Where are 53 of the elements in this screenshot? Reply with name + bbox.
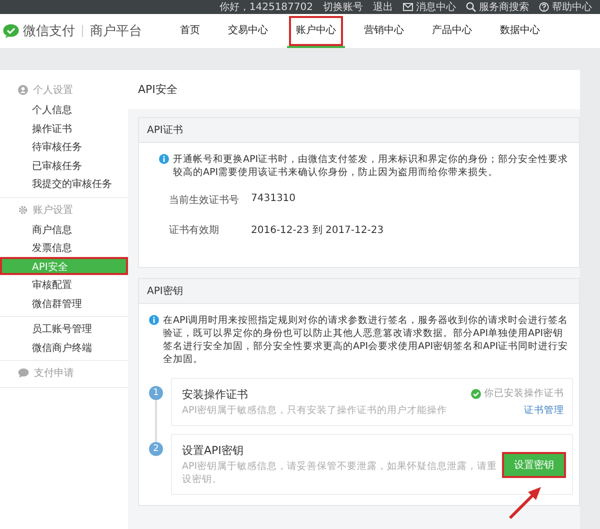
page-title: API安全 — [128, 70, 580, 109]
step-title: 安装操作证书 — [182, 387, 249, 402]
logo-icon — [3, 24, 19, 38]
top-link[interactable]: 退出 — [373, 0, 393, 14]
nav-tab[interactable]: 交易中心 — [219, 14, 277, 48]
greeting-text: 你好，1425187702 — [219, 1, 313, 14]
sidebar-item[interactable]: 商户信息 — [0, 220, 128, 238]
nav-tab[interactable]: 数据中心 — [491, 14, 549, 48]
mail-icon — [403, 3, 413, 11]
info-icon — [149, 315, 159, 325]
sidebar-item[interactable]: 审核配置 — [0, 275, 128, 294]
gear-icon — [18, 204, 28, 214]
top-link[interactable]: 帮助中心 — [552, 0, 592, 14]
field-label: 当前生效证书号 — [169, 194, 240, 207]
status-text: 你已安装操作证书 — [484, 387, 564, 400]
top-link[interactable]: 消息中心 — [416, 0, 456, 14]
step-description: API密钥属于敏感信息，只有安装了操作证书的用户才能操作 — [182, 404, 448, 417]
sidebar-item[interactable]: 已审核任务 — [0, 156, 128, 174]
panel-title: API密钥 — [139, 279, 579, 304]
nav-tab[interactable]: 账户中心 — [287, 14, 345, 48]
step-title: 设置API密钥 — [182, 443, 244, 458]
sidebar-item[interactable]: 操作证书 — [0, 118, 128, 137]
sidebar-item[interactable]: 发票信息 — [0, 238, 128, 256]
person-icon — [18, 85, 28, 95]
chat-icon — [18, 368, 29, 378]
help-icon — [539, 2, 549, 12]
nav-tab[interactable]: 营销中心 — [355, 14, 413, 48]
nav-tab[interactable]: 首页 — [171, 14, 209, 48]
notice-text: 开通帐号和更换API证书时，由微信支付签发，用来标识和界定你的身份；部分安全性要求较高的API需要使用该证书来确认你身份，防止因为盗用而给你带来损失。 — [173, 153, 570, 179]
info-icon — [159, 154, 169, 164]
annotation-arrow-drawing — [508, 486, 542, 520]
sidebar-item[interactable]: 微信群管理 — [0, 294, 128, 312]
top-link[interactable]: 切换账号 — [323, 0, 363, 14]
panel-title: API证书 — [139, 118, 579, 143]
step-number: 1 — [149, 386, 163, 400]
logo-text: 微信支付 — [23, 23, 75, 40]
nav-tab[interactable]: 产品中心 — [423, 14, 481, 48]
sidebar-item[interactable]: 待审核任务 — [0, 137, 128, 156]
step-number: 2 — [149, 442, 163, 456]
check-icon — [471, 388, 481, 398]
sidebar-item[interactable]: 微信商户终端 — [0, 338, 128, 356]
sidebar-item[interactable]: 我提交的审核任务 — [0, 174, 128, 192]
certificate-link[interactable]: 证书管理 — [524, 404, 564, 417]
notice-text: 在API调用时用来按照指定规则对你的请求参数进行签名，服务器收到你的请求时会进行签名验证，既可以界定你的身份也可以防止其他人恶意篡改请求数据。部分API单独使用API密钥签名进行安全加固，部分安全性要求更高的API会要求使用API密钥签名和API证书同时进行安全加固。 — [163, 314, 570, 366]
field-value: 2016-12-23 到 2017-12-23 — [251, 224, 384, 237]
platform-title: 商户平台 — [90, 23, 142, 40]
step-description: API密钥属于敏感信息，请妥善保管不要泄露，如果怀疑信息泄露，请重设密钥。 — [182, 460, 498, 486]
field-value: 7431310 — [251, 193, 296, 206]
sidebar-item[interactable]: 员工账号管理 — [0, 319, 128, 338]
sidebar-item[interactable]: 个人信息 — [0, 100, 128, 118]
search-icon — [466, 2, 476, 12]
field-label: 证书有效期 — [169, 224, 220, 237]
top-link[interactable]: 服务商搜索 — [479, 0, 529, 14]
